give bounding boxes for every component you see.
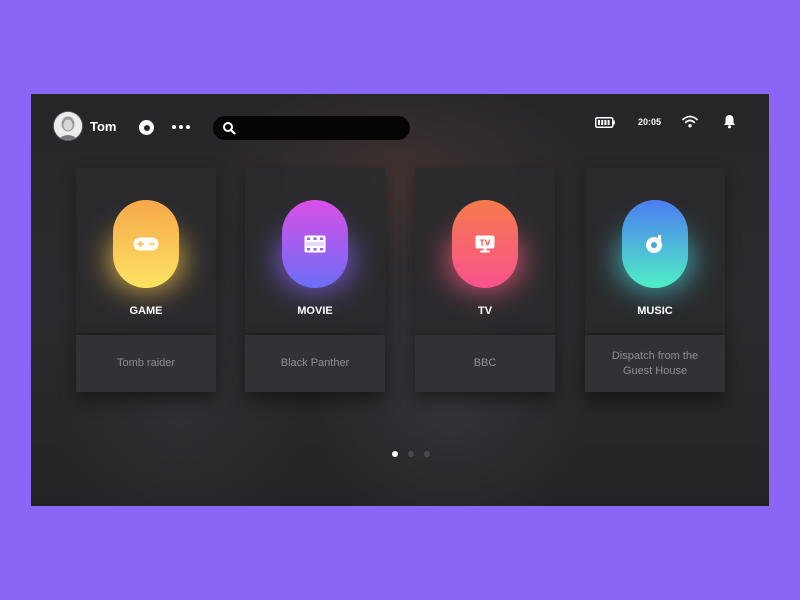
clock-time: 20:05 bbox=[638, 117, 662, 127]
card-movie[interactable]: MOVIE Black Panther bbox=[245, 168, 385, 392]
avatar-portrait-icon bbox=[54, 112, 82, 140]
card-game-pill bbox=[113, 200, 179, 288]
svg-text:TV: TV bbox=[480, 239, 491, 248]
notification-bell-icon[interactable] bbox=[723, 114, 736, 129]
card-movie-footer: Black Panther bbox=[245, 335, 385, 392]
card-music-panel: MUSIC bbox=[585, 168, 725, 333]
card-game-panel: GAME bbox=[76, 168, 216, 333]
card-game-subtitle: Tomb raider bbox=[116, 357, 176, 369]
film-icon bbox=[304, 235, 326, 253]
card-tv-panel: TV TV bbox=[415, 168, 555, 333]
page-indicator bbox=[392, 451, 430, 457]
card-movie-subtitle: Black Panther bbox=[280, 357, 350, 369]
tv-home-screen: Tom 20:05 GAME Tomb raider MOVIE Black P… bbox=[31, 94, 769, 506]
music-disc-icon bbox=[646, 235, 662, 253]
search-icon bbox=[223, 122, 236, 135]
more-options-icon[interactable] bbox=[172, 124, 190, 130]
page-dot-1[interactable] bbox=[392, 451, 398, 457]
card-movie-pill bbox=[282, 200, 348, 288]
search-input[interactable] bbox=[243, 117, 403, 139]
card-tv[interactable]: TV TV BBC bbox=[415, 168, 555, 392]
card-music[interactable]: MUSIC Dispatch from the Guest House bbox=[585, 168, 725, 392]
card-tv-pill: TV bbox=[452, 200, 518, 288]
card-movie-panel: MOVIE bbox=[245, 168, 385, 333]
card-music-subtitle: Dispatch from the Guest House bbox=[611, 349, 699, 377]
card-tv-label: TV bbox=[477, 305, 493, 317]
card-game[interactable]: GAME Tomb raider bbox=[76, 168, 216, 392]
page-dot-3[interactable] bbox=[424, 451, 430, 457]
page-dot-2[interactable] bbox=[408, 451, 414, 457]
card-music-label: MUSIC bbox=[637, 305, 673, 317]
user-avatar[interactable] bbox=[54, 112, 82, 140]
card-music-footer: Dispatch from the Guest House bbox=[585, 335, 725, 392]
settings-button[interactable] bbox=[139, 120, 154, 135]
card-movie-label: MOVIE bbox=[297, 305, 333, 317]
battery-icon bbox=[595, 117, 615, 128]
card-game-label: GAME bbox=[129, 305, 163, 317]
wifi-icon bbox=[682, 115, 698, 128]
card-music-pill bbox=[622, 200, 688, 288]
card-tv-footer: BBC bbox=[415, 335, 555, 392]
card-game-footer: Tomb raider bbox=[76, 335, 216, 392]
card-tv-subtitle: BBC bbox=[473, 357, 497, 369]
user-name: Tom bbox=[90, 119, 117, 134]
tv-icon: TV bbox=[475, 235, 495, 253]
gamepad-icon bbox=[133, 237, 159, 251]
